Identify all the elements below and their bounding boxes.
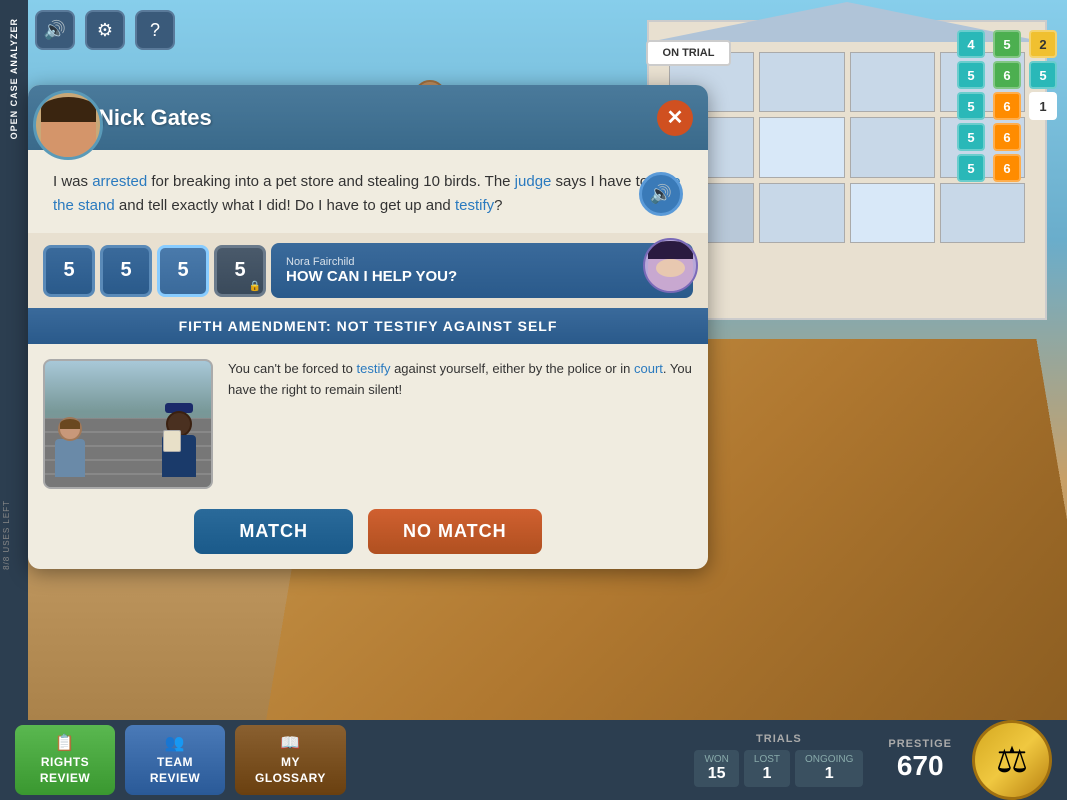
dialog-text-part-2: for breaking into a pet store and steali… (147, 173, 514, 190)
action-buttons: MATCH NO MATCH (28, 504, 708, 569)
card-item-4-locked: 5 🔒 (214, 245, 266, 297)
my-glossary-tab[interactable]: 📖 MYGLOSSARY (235, 725, 346, 794)
lost-value: 1 (754, 765, 780, 783)
dialog-sound-button[interactable]: 🔊 (639, 172, 683, 216)
card-item-2[interactable]: 5 (100, 245, 152, 297)
score-box: 5 (957, 92, 985, 120)
top-toolbar: 🔊 ⚙ ? (35, 10, 175, 50)
prestige-value: 670 (897, 750, 944, 782)
rights-review-icon: 📋 (35, 733, 95, 753)
desc-part-2: against yourself, either by the police o… (390, 361, 634, 376)
dialog-text-part-3: says I have to (551, 173, 652, 190)
rights-review-label: RIGHTSREVIEW (35, 755, 95, 786)
score-box: 5 (957, 123, 985, 151)
trials-ongoing-box: ONGOING 1 (795, 750, 863, 787)
character-avatar (33, 90, 103, 160)
left-sidebar: › OPEN CASE ANALYZER 8/8 USES LEFT (0, 0, 28, 720)
trials-stats-row: WON 15 LOST 1 ONGOING 1 (694, 750, 863, 787)
card-scene-image (43, 359, 213, 489)
dialog-text-part-4: and tell exactly what I did! Do I have t… (115, 197, 455, 214)
ongoing-label: ONGOING (805, 754, 853, 765)
rights-review-tab[interactable]: 📋 RIGHTSREVIEW (15, 725, 115, 794)
settings-toolbar-button[interactable]: ⚙ (85, 10, 125, 50)
score-box: 1 (1029, 92, 1057, 120)
dialog-link-judge[interactable]: judge (515, 173, 552, 190)
bottom-bar: 📋 RIGHTSREVIEW 👥 TEAMREVIEW 📖 MYGLOSSARY… (0, 720, 1067, 800)
lost-label: LOST (754, 754, 780, 765)
score-box: 5 (993, 30, 1021, 58)
lock-icon: 🔒 (249, 281, 261, 292)
match-button[interactable]: MATCH (194, 509, 353, 554)
dialog-link-testify[interactable]: testify (455, 197, 494, 214)
dialog-header: Nick Gates ✕ (28, 85, 708, 150)
uses-left-label: 8/8 USES LEFT (2, 500, 11, 570)
nora-text-area: Nora Fairchild HOW CAN I HELP YOU? (286, 256, 457, 285)
nora-help-section[interactable]: Nora Fairchild HOW CAN I HELP YOU? (271, 243, 693, 298)
dialog-panel: Nick Gates ✕ I was arrested for breaking… (28, 85, 708, 569)
score-box: 5 (1029, 61, 1057, 89)
team-review-label: TEAMREVIEW (145, 755, 205, 786)
score-towers: 4 5 5 5 5 5 6 6 6 6 2 5 1 (957, 30, 1057, 182)
nora-name: Nora Fairchild (286, 256, 457, 268)
score-tower-1: 4 5 5 5 5 (957, 30, 985, 182)
score-tower-2: 5 6 6 6 6 (993, 30, 1021, 182)
sidebar-tab-label: OPEN CASE ANALYZER (7, 10, 21, 147)
amendment-banner: FIFTH AMENDMENT: NOT TESTIFY AGAINST SEL… (28, 308, 708, 344)
card-selector-row: 5 5 5 5 🔒 Nora Fairchild HOW CAN I HELP … (28, 233, 708, 308)
trials-container: TRIALS WON 15 LOST 1 ONGOING 1 (694, 733, 863, 787)
score-box: 4 (957, 30, 985, 58)
card-detail-section: You can't be forced to testify against y… (28, 344, 708, 504)
score-box: 5 (957, 61, 985, 89)
desc-link-testify[interactable]: testify (356, 361, 390, 376)
dialog-body: I was arrested for breaking into a pet s… (28, 150, 708, 233)
character-name: Nick Gates (98, 105, 212, 131)
help-toolbar-button[interactable]: ? (135, 10, 175, 50)
score-box: 6 (993, 154, 1021, 182)
glossary-label: MYGLOSSARY (255, 755, 326, 786)
sound-toolbar-button[interactable]: 🔊 (35, 10, 75, 50)
trials-header-label: TRIALS (756, 733, 802, 745)
score-box: 6 (993, 92, 1021, 120)
nora-avatar (643, 238, 698, 293)
ongoing-value: 1 (805, 765, 853, 783)
on-trial-sign: ON TRIAL (646, 40, 732, 66)
team-review-icon: 👥 (145, 733, 205, 753)
justice-scales-icon: ⚖ (972, 720, 1052, 800)
trials-won-box: WON 15 (694, 750, 738, 787)
desc-part-1: You can't be forced to (228, 361, 356, 376)
dialog-text: I was arrested for breaking into a pet s… (53, 170, 683, 218)
score-box: 6 (993, 61, 1021, 89)
score-box: 6 (993, 123, 1021, 151)
dialog-text-part-1: I was (53, 173, 92, 190)
dialog-link-arrested[interactable]: arrested (92, 173, 147, 190)
no-match-button[interactable]: NO MATCH (368, 509, 542, 554)
score-box: 2 (1029, 30, 1057, 58)
team-review-tab[interactable]: 👥 TEAMREVIEW (125, 725, 225, 794)
dialog-text-part-5: ? (494, 197, 502, 214)
nora-question: HOW CAN I HELP YOU? (286, 268, 457, 285)
score-box: 5 (957, 154, 985, 182)
desc-link-court[interactable]: court (634, 361, 663, 376)
card-item-3[interactable]: 5 (157, 245, 209, 297)
prestige-section: PRESTIGE 670 (888, 738, 952, 782)
trials-lost-box: LOST 1 (744, 750, 790, 787)
won-label: WON (704, 754, 728, 765)
trials-section: TRIALS WON 15 LOST 1 ONGOING 1 (694, 733, 863, 787)
card-item-1[interactable]: 5 (43, 245, 95, 297)
score-tower-3: 2 5 1 (1029, 30, 1057, 182)
glossary-icon: 📖 (255, 733, 326, 753)
card-description: You can't be forced to testify against y… (228, 359, 693, 401)
won-value: 15 (704, 765, 728, 783)
close-button[interactable]: ✕ (657, 100, 693, 136)
prestige-label: PRESTIGE (888, 738, 952, 750)
